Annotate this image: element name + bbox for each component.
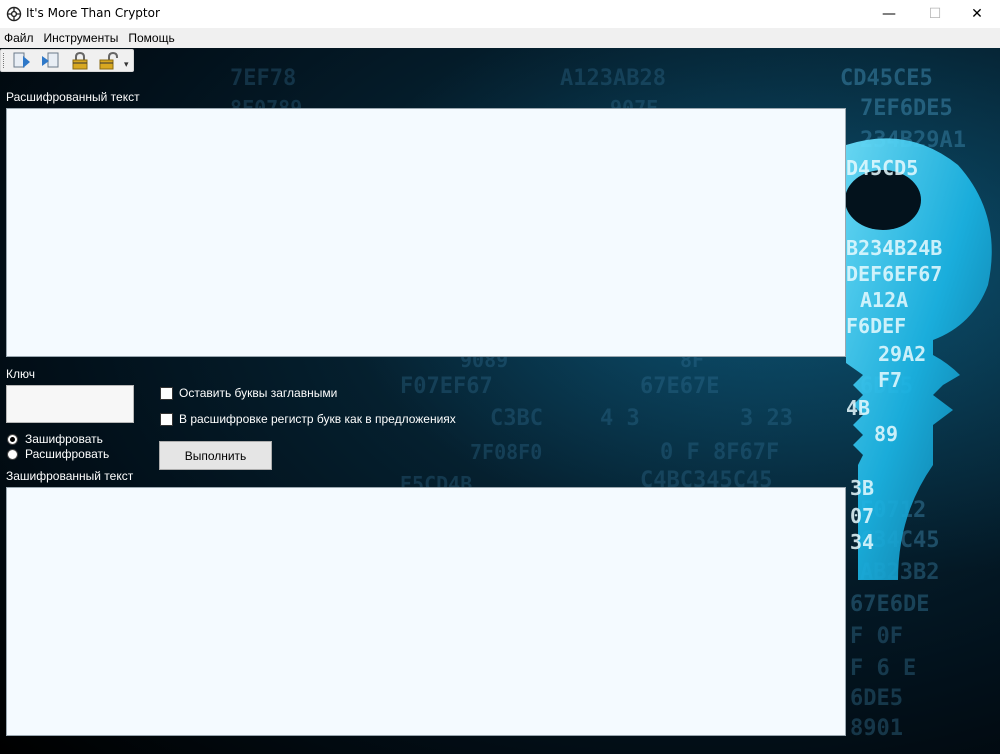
svg-text:B234B24B: B234B24B [846,236,942,260]
minimize-button[interactable]: — [866,0,912,28]
sentence-case-checkbox[interactable]: В расшифровке регистр букв как в предлож… [160,412,456,426]
svg-text:4B: 4B [846,396,870,420]
svg-text:D45CD5: D45CD5 [846,156,918,180]
window-title: It's More Than Cryptor [26,6,160,20]
encrypted-textarea[interactable] [6,487,846,736]
svg-text:F7: F7 [878,368,902,392]
radio-encrypt-label: Зашифровать [25,432,103,446]
radio-decrypt-circle[interactable] [7,448,18,460]
open-file-icon [13,52,30,68]
minimize-icon: — [882,6,896,22]
key-input[interactable] [6,385,134,423]
app-icon [6,6,22,22]
close-icon: ✕ [971,6,983,22]
keep-capitals-label: Оставить буквы заглавными [179,386,338,400]
svg-text:29A2: 29A2 [878,342,926,366]
key-label: Ключ [6,367,35,381]
radio-decrypt[interactable]: Расшифровать [7,447,109,461]
sentence-case-label: В расшифровке регистр букв как в предлож… [179,412,456,426]
close-button[interactable]: ✕ [954,0,1000,28]
title-bar: It's More Than Cryptor — ☐ ✕ [0,0,1000,28]
menu-file[interactable]: Файл [0,31,39,45]
decrypted-textarea[interactable] [6,108,846,357]
maximize-button[interactable]: ☐ [912,0,958,28]
radio-encrypt[interactable]: Зашифровать [7,432,103,446]
svg-text:07: 07 [850,504,874,528]
svg-text:3B: 3B [850,476,874,500]
svg-text:89: 89 [874,422,898,446]
toolbar-grip[interactable] [3,53,6,68]
radio-encrypt-circle[interactable] [7,433,18,445]
lock-button[interactable] [68,51,92,71]
svg-text:F6DEF: F6DEF [846,314,906,338]
save-file-icon [42,52,59,67]
execute-button[interactable]: Выполнить [159,441,272,470]
menu-bar: Файл Инструменты Помощь [0,28,1000,48]
encrypted-text-label: Зашифрованный текст [6,469,134,483]
keep-capitals-checkbox[interactable]: Оставить буквы заглавными [160,386,337,400]
svg-text:DEF6EF67: DEF6EF67 [846,262,942,286]
svg-text:34: 34 [850,530,874,554]
toolbar: ▾ [0,49,134,72]
save-file-button[interactable] [39,51,63,71]
radio-decrypt-label: Расшифровать [25,447,110,461]
toolbar-overflow-icon[interactable]: ▾ [124,60,129,70]
maximize-icon: ☐ [928,6,942,22]
key-graphic: D45CD5 B234B24B DEF6EF67 A12A F6DEF 29A2… [845,138,992,580]
unlock-icon [99,51,118,69]
svg-text:A12A: A12A [860,288,908,312]
decrypted-text-label: Расшифрованный текст [6,90,140,104]
menu-help[interactable]: Помощь [124,31,179,45]
keep-capitals-box[interactable] [160,386,173,400]
sentence-case-box[interactable] [160,412,173,426]
menu-tools[interactable]: Инструменты [40,31,124,45]
unlock-button[interactable] [97,51,121,71]
open-file-button[interactable] [10,51,34,71]
lock-icon [72,51,88,69]
